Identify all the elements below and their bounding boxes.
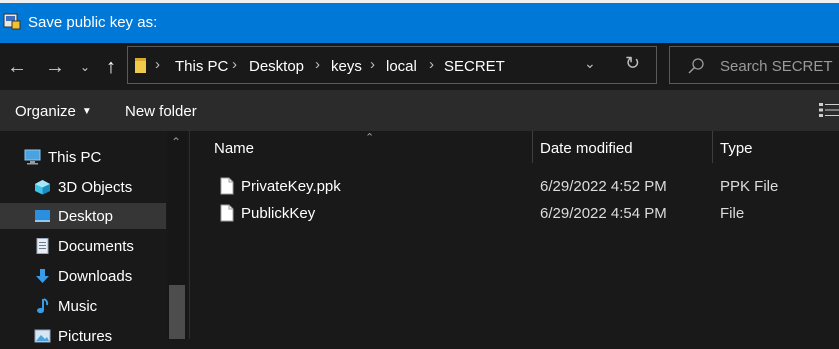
- 3d-objects-icon: [35, 180, 50, 195]
- nav-item-label: Desktop: [58, 208, 114, 225]
- table-row[interactable]: PrivateKey.ppk 6/29/2022 4:52 PM PPK Fil…: [210, 173, 839, 199]
- column-separator[interactable]: [712, 131, 713, 163]
- sort-ascending-icon: ⌃: [365, 132, 375, 144]
- nav-item-desktop[interactable]: Desktop: [0, 203, 166, 229]
- downloads-icon: [36, 269, 49, 283]
- breadcrumb-this-pc[interactable]: This PC: [175, 58, 228, 75]
- breadcrumb-secret[interactable]: SECRET: [444, 58, 505, 75]
- breadcrumb-separator-icon[interactable]: ›: [232, 56, 237, 73]
- nav-item-3d-objects[interactable]: 3D Objects: [0, 174, 166, 200]
- column-header-type[interactable]: Type: [720, 140, 753, 157]
- computer-icon: [24, 149, 41, 165]
- nav-item-label: Music: [58, 298, 98, 315]
- address-dropdown-chevron-icon[interactable]: ⌄: [584, 55, 596, 72]
- recent-locations-chevron-icon[interactable]: ⌄: [74, 56, 96, 78]
- scrollbar-thumb[interactable]: [169, 285, 185, 339]
- column-header-name[interactable]: Name: [214, 140, 254, 157]
- file-icon: [220, 177, 234, 195]
- address-row: ← → ⌄ ↑ › This PC › Desktop › keys › loc…: [0, 43, 839, 90]
- app-icon: [3, 13, 21, 30]
- column-separator[interactable]: [532, 131, 533, 163]
- change-view-icon[interactable]: [818, 101, 839, 119]
- scroll-up-arrow-icon[interactable]: ⌃: [171, 135, 181, 149]
- command-toolbar: Organize ▼ New folder: [0, 90, 839, 131]
- nav-item-pictures[interactable]: Pictures: [0, 323, 166, 349]
- address-bar[interactable]: › This PC › Desktop › keys › local › SEC…: [127, 46, 657, 84]
- music-icon: [37, 298, 49, 314]
- nav-item-documents[interactable]: Documents: [0, 233, 166, 259]
- breadcrumb-local[interactable]: local: [386, 58, 417, 75]
- search-input[interactable]: Search SECRET: [720, 58, 833, 75]
- new-folder-button[interactable]: New folder: [125, 103, 197, 120]
- nav-item-downloads[interactable]: Downloads: [0, 263, 166, 289]
- breadcrumb-separator-icon[interactable]: ›: [315, 56, 320, 73]
- nav-item-this-pc[interactable]: This PC: [0, 144, 166, 170]
- file-name: PublickKey: [241, 205, 316, 222]
- title-bar: Save public key as:: [0, 0, 839, 43]
- refresh-icon[interactable]: ↻: [625, 53, 640, 74]
- nav-item-label: Pictures: [58, 328, 113, 345]
- search-box[interactable]: Search SECRET: [669, 46, 839, 84]
- file-type: PPK File: [720, 178, 779, 195]
- folder-icon: [135, 58, 146, 73]
- organize-label: Organize: [15, 103, 76, 120]
- caret-down-icon: ▼: [81, 106, 92, 117]
- file-date-modified: 6/29/2022 4:54 PM: [540, 205, 667, 222]
- navigation-pane: This PC 3D Objects Desktop Documents Dow…: [0, 131, 190, 345]
- nav-item-label: 3D Objects: [58, 179, 133, 196]
- nav-item-music[interactable]: Music: [0, 293, 166, 319]
- file-date-modified: 6/29/2022 4:52 PM: [540, 178, 667, 195]
- desktop-icon: [35, 210, 50, 222]
- file-icon: [220, 204, 234, 222]
- search-icon: [688, 58, 704, 74]
- nav-item-label: Documents: [58, 238, 134, 255]
- file-type: File: [720, 205, 745, 222]
- file-name: PrivateKey.ppk: [241, 178, 341, 195]
- table-row[interactable]: PublickKey 6/29/2022 4:54 PM File: [210, 200, 839, 226]
- organize-button[interactable]: Organize ▼: [15, 103, 92, 120]
- up-arrow-icon[interactable]: ↑: [100, 56, 122, 78]
- breadcrumb-separator-icon[interactable]: ›: [429, 56, 434, 73]
- pictures-icon: [34, 329, 51, 343]
- documents-icon: [36, 238, 49, 254]
- breadcrumb-separator-icon[interactable]: ›: [370, 56, 375, 73]
- window-title: Save public key as:: [28, 14, 158, 31]
- nav-item-label: This PC: [48, 149, 102, 166]
- forward-arrow-icon[interactable]: →: [44, 56, 66, 78]
- nav-item-label: Downloads: [58, 268, 133, 285]
- breadcrumb-separator-icon[interactable]: ›: [155, 56, 160, 73]
- file-list: ⌃ Name Date modified Type PrivateKey.ppk…: [190, 131, 839, 339]
- back-arrow-icon[interactable]: ←: [6, 56, 28, 78]
- nav-pane-scrollbar[interactable]: ⌃: [167, 131, 187, 339]
- breadcrumb-desktop[interactable]: Desktop: [249, 58, 304, 75]
- breadcrumb-keys[interactable]: keys: [331, 58, 362, 75]
- column-header-date-modified[interactable]: Date modified: [540, 140, 633, 157]
- title-top-strip: [0, 0, 839, 3]
